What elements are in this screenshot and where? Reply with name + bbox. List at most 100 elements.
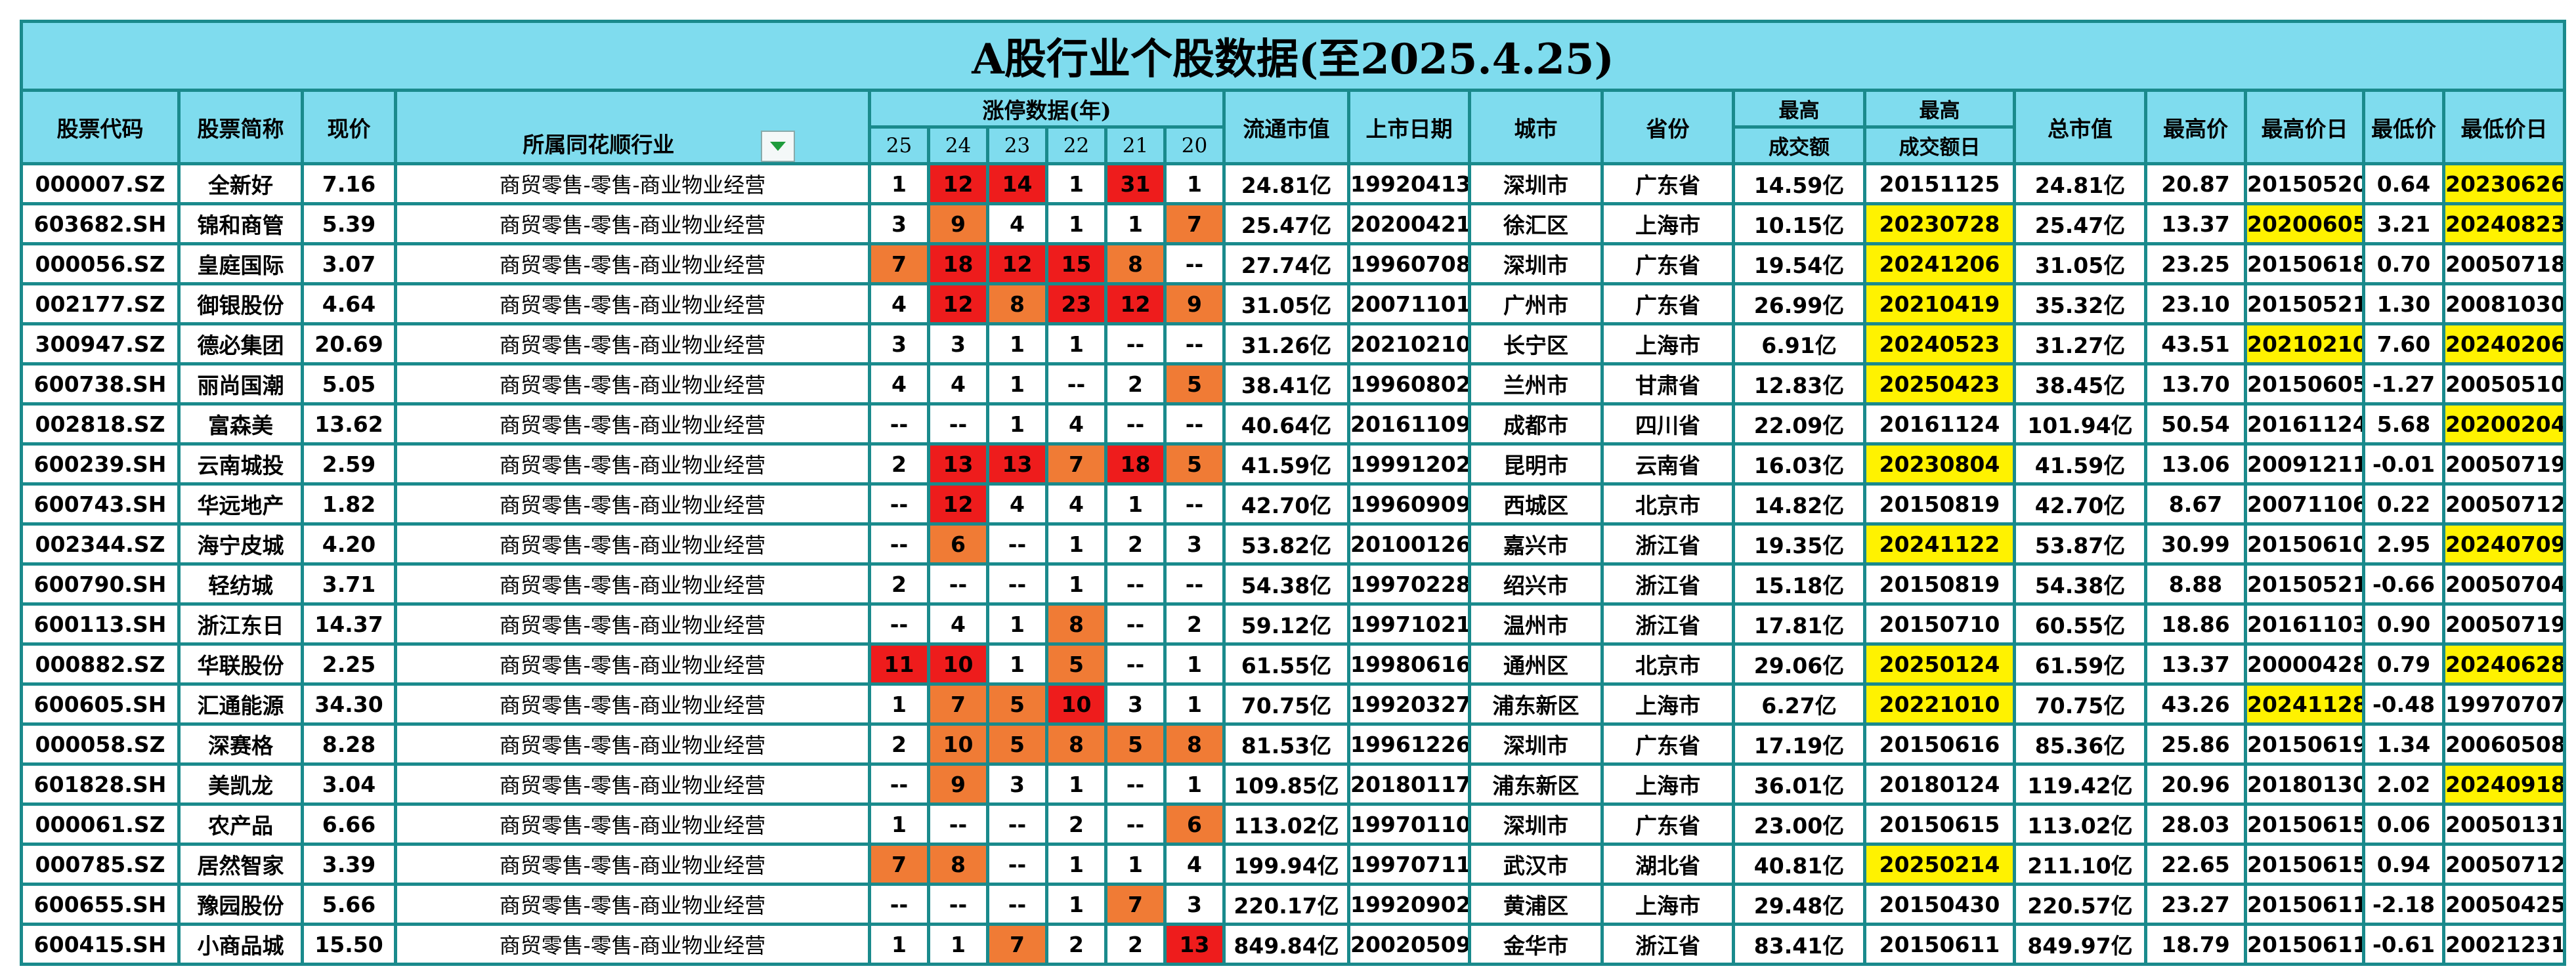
header-year-22: 22 <box>1045 125 1107 165</box>
city: 深圳市 <box>1468 802 1604 846</box>
high-price: 23.25 <box>2144 242 2247 285</box>
city: 兰州市 <box>1468 362 1604 406</box>
high-price: 8.67 <box>2144 482 2247 526</box>
table-row: 600113.SH 浙江东日 14.37 商贸零售-零售-商业物业经营 -- 4 1 8 -- 2… <box>20 602 2567 646</box>
high-price: 20.96 <box>2144 762 2247 806</box>
header-high-date: 最高价日 <box>2244 89 2365 165</box>
current-price: 8.28 <box>301 722 397 766</box>
high-date: 20091211 <box>2244 442 2365 486</box>
table-row: 000882.SZ 华联股份 2.25 商贸零售-零售-商业物业经营 11 10 1 5 -- 1… <box>20 642 2567 686</box>
limit-up-22: 1 <box>1045 322 1107 365</box>
total-cap: 24.81亿 <box>2013 162 2147 205</box>
high-price: 43.51 <box>2144 322 2247 365</box>
total-cap: 60.55亿 <box>2013 602 2147 646</box>
max-turnover: 14.82亿 <box>1732 482 1866 526</box>
max-turnover-day: 20161124 <box>1863 402 2016 446</box>
industry: 商贸零售-零售-商业物业经营 <box>394 282 871 325</box>
stock-name: 深赛格 <box>177 722 304 766</box>
max-turnover: 10.15亿 <box>1732 202 1866 245</box>
total-cap: 211.10亿 <box>2013 843 2147 886</box>
current-price: 5.39 <box>301 202 397 245</box>
province: 广东省 <box>1600 802 1735 846</box>
low-price: 3.21 <box>2362 202 2445 245</box>
float-cap: 61.55亿 <box>1222 642 1350 686</box>
list-date: 19980616 <box>1347 642 1471 686</box>
list-date: 20180117 <box>1347 762 1471 806</box>
industry: 商贸零售-零售-商业物业经营 <box>394 362 871 406</box>
limit-up-25: 7 <box>868 843 930 886</box>
stock-code: 300947.SZ <box>20 322 181 365</box>
low-price: 0.06 <box>2362 802 2445 846</box>
limit-up-20: 6 <box>1163 802 1226 846</box>
limit-up-21: 12 <box>1104 282 1167 325</box>
header-low-price: 最低价 <box>2362 89 2445 165</box>
limit-up-21: 8 <box>1104 242 1167 285</box>
header-name: 股票简称 <box>177 89 304 165</box>
list-date: 19970228 <box>1347 562 1471 606</box>
list-date: 19960802 <box>1347 362 1471 406</box>
city: 温州市 <box>1468 602 1604 646</box>
low-date: 20200204 <box>2441 402 2567 446</box>
limit-up-22: 8 <box>1045 602 1107 646</box>
total-cap: 119.42亿 <box>2013 762 2147 806</box>
max-turnover: 83.41亿 <box>1732 923 1866 966</box>
limit-up-23: 13 <box>986 442 1048 486</box>
header-max-turnover-day-top: 最高 <box>1863 89 2016 129</box>
stock-name: 浙江东日 <box>177 602 304 646</box>
low-price: -0.01 <box>2362 442 2445 486</box>
industry: 商贸零售-零售-商业物业经营 <box>394 442 871 486</box>
total-cap: 31.05亿 <box>2013 242 2147 285</box>
header-high-price: 最高价 <box>2144 89 2247 165</box>
stock-name: 全新好 <box>177 162 304 205</box>
limit-up-20: 7 <box>1163 202 1226 245</box>
limit-up-21: 2 <box>1104 923 1167 966</box>
high-price: 28.03 <box>2144 802 2247 846</box>
header-industry[interactable]: 所属同花顺行业 <box>394 127 871 165</box>
high-date: 20150610 <box>2244 522 2365 566</box>
limit-up-25: -- <box>868 883 930 926</box>
header-max-turnover-top: 最高 <box>1732 89 1866 129</box>
limit-up-22: 1 <box>1045 202 1107 245</box>
dropdown-filter-icon[interactable] <box>760 130 795 161</box>
stock-code: 600415.SH <box>20 923 181 966</box>
limit-up-24: 12 <box>927 482 989 526</box>
max-turnover-day: 20150616 <box>1863 722 2016 766</box>
low-price: 7.60 <box>2362 322 2445 365</box>
table-row: 000058.SZ 深赛格 8.28 商贸零售-零售-商业物业经营 2 10 5 8 5 8 81.… <box>20 722 2567 766</box>
total-cap: 35.32亿 <box>2013 282 2147 325</box>
total-cap: 41.59亿 <box>2013 442 2147 486</box>
max-turnover-day: 20180124 <box>1863 762 2016 806</box>
high-date: 20150611 <box>2244 923 2365 966</box>
total-cap: 220.57亿 <box>2013 883 2147 926</box>
list-date: 20200421 <box>1347 202 1471 245</box>
limit-up-22: 2 <box>1045 802 1107 846</box>
stock-name: 华远地产 <box>177 482 304 526</box>
limit-up-24: -- <box>927 883 989 926</box>
float-cap: 199.94亿 <box>1222 843 1350 886</box>
list-date: 19960909 <box>1347 482 1471 526</box>
limit-up-23: 1 <box>986 322 1048 365</box>
high-date: 20180130 <box>2244 762 2365 806</box>
city: 长宁区 <box>1468 322 1604 365</box>
stock-code: 000058.SZ <box>20 722 181 766</box>
max-turnover: 36.01亿 <box>1732 762 1866 806</box>
total-cap: 38.45亿 <box>2013 362 2147 406</box>
total-cap: 849.97亿 <box>2013 923 2147 966</box>
header-city: 城市 <box>1468 89 1604 165</box>
limit-up-23: -- <box>986 802 1048 846</box>
header-float-cap: 流通市值 <box>1222 89 1350 165</box>
max-turnover: 22.09亿 <box>1732 402 1866 446</box>
table-row: 002344.SZ 海宁皮城 4.20 商贸零售-零售-商业物业经营 -- 6 -- 1 2 3 5… <box>20 522 2567 566</box>
low-date: 20050719 <box>2441 602 2567 646</box>
limit-up-24: -- <box>927 562 989 606</box>
city: 武汉市 <box>1468 843 1604 886</box>
low-price: 0.70 <box>2362 242 2445 285</box>
max-turnover-day: 20150615 <box>1863 802 2016 846</box>
high-date: 20161124 <box>2244 402 2365 446</box>
high-price: 8.88 <box>2144 562 2247 606</box>
limit-up-24: 9 <box>927 202 989 245</box>
limit-up-21: -- <box>1104 602 1167 646</box>
city: 深圳市 <box>1468 722 1604 766</box>
header-year-24: 24 <box>927 125 989 165</box>
table-row: 603682.SH 锦和商管 5.39 商贸零售-零售-商业物业经营 3 9 4 1 1 7 25.… <box>20 202 2567 245</box>
